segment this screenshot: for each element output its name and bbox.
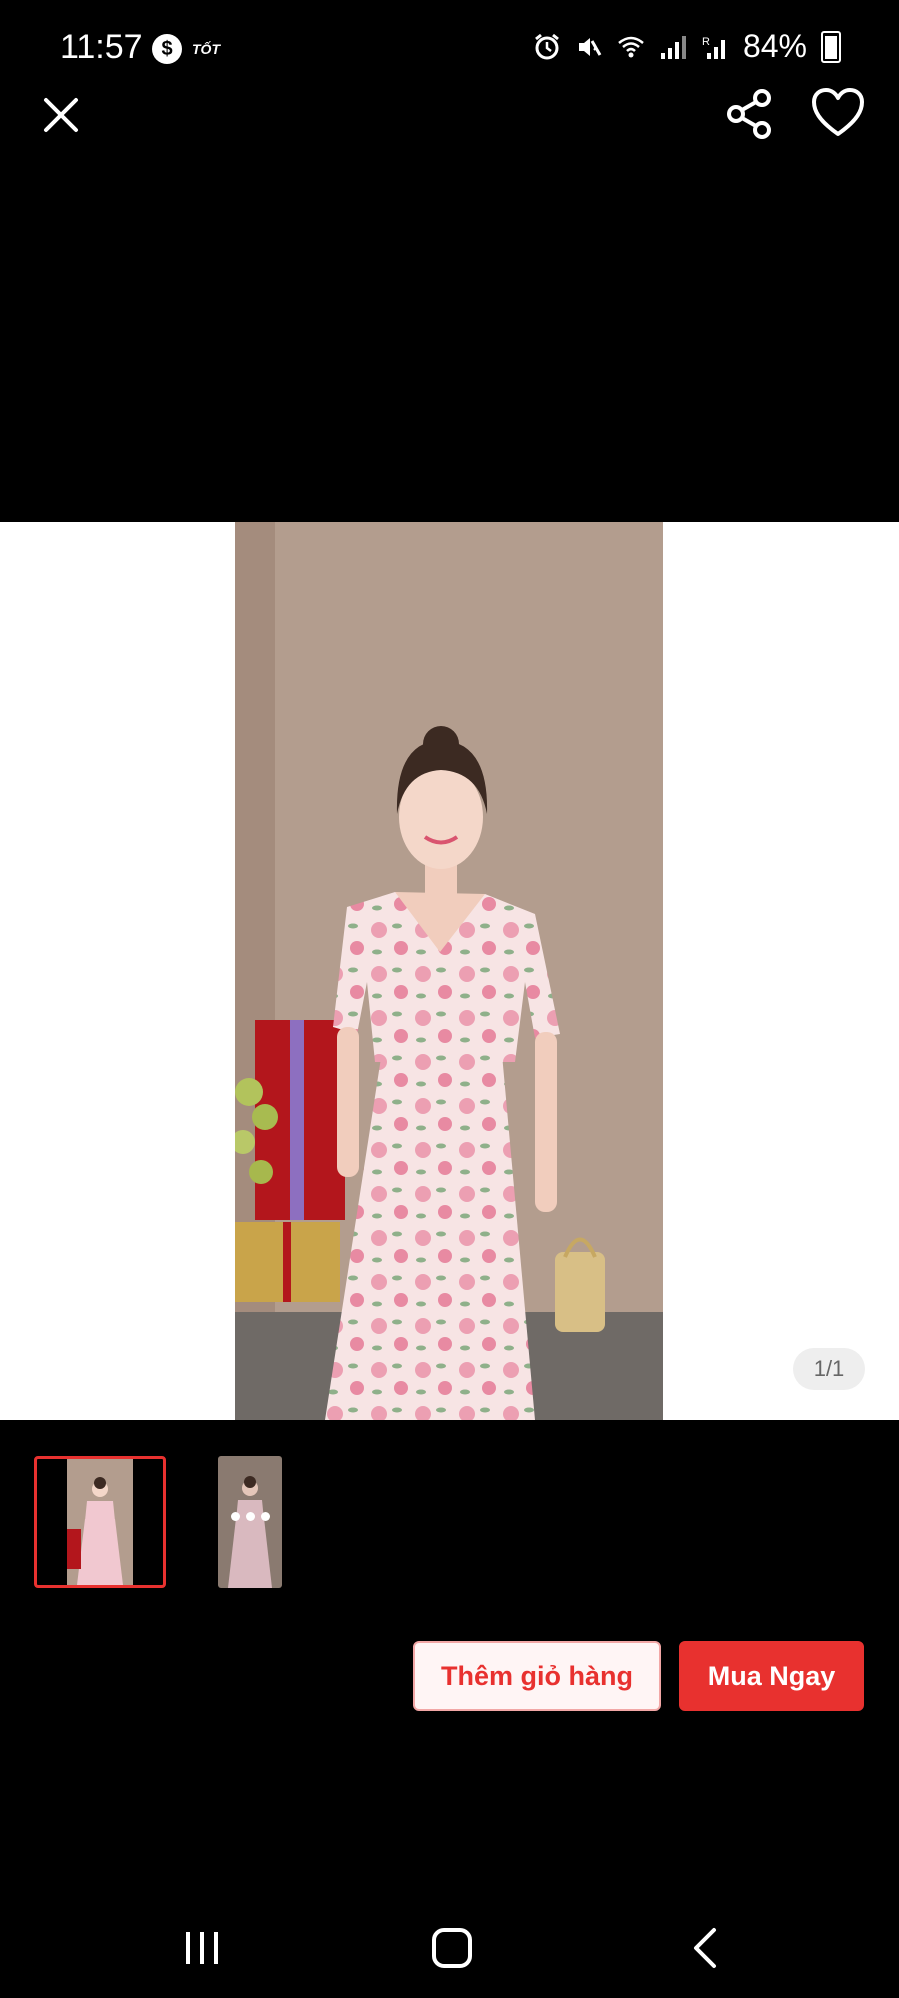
- thumbnail-image: [218, 1456, 282, 1588]
- back-icon[interactable]: [690, 1926, 720, 1970]
- app-badge-text: TỐT: [192, 41, 220, 57]
- thumbnail-strip: [34, 1456, 282, 1588]
- wifi-icon: [618, 36, 644, 57]
- svg-text:R: R: [702, 36, 710, 48]
- battery-icon: [821, 30, 841, 63]
- buy-now-button[interactable]: Mua Ngay: [679, 1641, 864, 1711]
- app-notification-icon: $: [152, 34, 182, 64]
- thumbnail-2-video[interactable]: [218, 1456, 282, 1588]
- signal-icon: [660, 35, 686, 59]
- system-nav-bar: [0, 1900, 899, 1998]
- battery-percent: 84%: [742, 28, 807, 64]
- thumbnail-image: [67, 1459, 133, 1585]
- product-image[interactable]: [235, 522, 663, 1420]
- home-icon[interactable]: [430, 1926, 474, 1970]
- thumbnail-1-selected[interactable]: [34, 1456, 166, 1588]
- status-app-icons: $ TỐT: [152, 34, 220, 64]
- close-icon[interactable]: [38, 92, 84, 138]
- heart-icon[interactable]: [810, 86, 866, 142]
- status-indicators: R 84%: [533, 28, 841, 65]
- page-counter: 1/1: [793, 1348, 865, 1390]
- alarm-icon: [535, 33, 559, 59]
- product-media-area[interactable]: 1/1: [0, 522, 899, 1420]
- product-photo: [235, 522, 663, 1420]
- purchase-actions: Thêm giỏ hàng Mua Ngay: [413, 1641, 864, 1711]
- roaming-signal-icon: R: [702, 36, 725, 59]
- share-icon[interactable]: [724, 88, 776, 140]
- mute-icon: [578, 37, 602, 56]
- status-time: 11:57: [60, 28, 143, 66]
- more-dots-icon: [218, 1512, 282, 1521]
- add-to-cart-button[interactable]: Thêm giỏ hàng: [413, 1641, 661, 1711]
- top-bar: [0, 80, 899, 150]
- recent-apps-icon[interactable]: [182, 1928, 222, 1968]
